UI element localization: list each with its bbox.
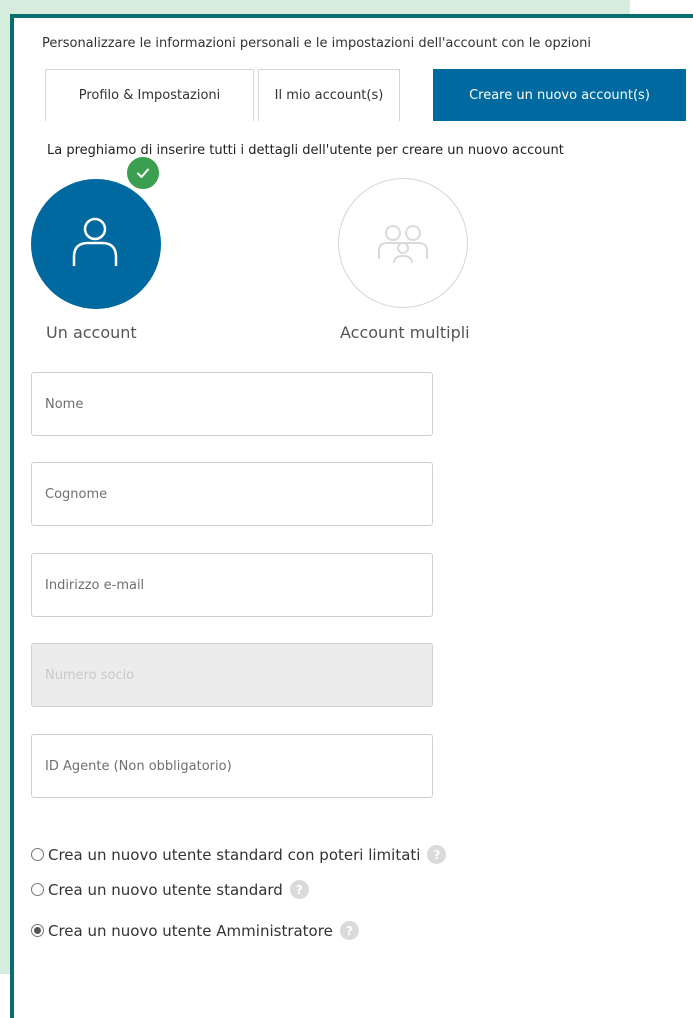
member-number-input [32,644,432,706]
role-option-label: Crea un nuovo utente standard con poteri… [48,845,421,864]
tab-my-accounts[interactable]: Il mio account(s) [258,69,400,121]
radio-button[interactable] [31,883,44,896]
role-option-label: Crea un nuovo utente standard [48,880,283,899]
tab-create-account[interactable]: Creare un nuovo account(s) [433,69,686,121]
email-field[interactable] [31,553,433,617]
agent-id-input[interactable] [32,735,432,797]
role-option-label: Crea un nuovo utente Amministratore [48,921,333,940]
tab-profile-settings[interactable]: Profilo & Impostazioni [45,69,254,121]
agent-id-field[interactable] [31,734,433,798]
first-name-field[interactable] [31,372,433,436]
first-name-input[interactable] [32,373,432,435]
help-icon[interactable]: ? [289,880,309,899]
page-background-side [0,0,10,974]
last-name-field[interactable] [31,462,433,526]
last-name-input[interactable] [32,463,432,525]
intro-text: Personalizzare le informazioni personali… [42,36,591,51]
radio-button-checked[interactable] [31,924,44,937]
multiple-users-icon [378,225,428,264]
role-option-limited[interactable]: Crea un nuovo utente standard con poteri… [31,845,447,864]
selected-check-icon [124,154,162,192]
member-number-field [31,643,433,707]
single-account-label: Un account [46,323,137,342]
instruction-text: La preghiamo di inserire tutti i dettagl… [47,143,564,158]
help-icon[interactable]: ? [427,845,447,864]
help-icon[interactable]: ? [339,921,359,940]
email-input[interactable] [32,554,432,616]
multiple-accounts-label: Account multipli [340,323,470,342]
radio-button[interactable] [31,848,44,861]
role-option-standard[interactable]: Crea un nuovo utente standard ? [31,880,309,899]
single-user-icon [72,217,118,266]
role-option-admin[interactable]: Crea un nuovo utente Amministratore ? [31,921,359,940]
single-account-option[interactable] [31,179,161,309]
multiple-accounts-option[interactable] [338,178,468,308]
